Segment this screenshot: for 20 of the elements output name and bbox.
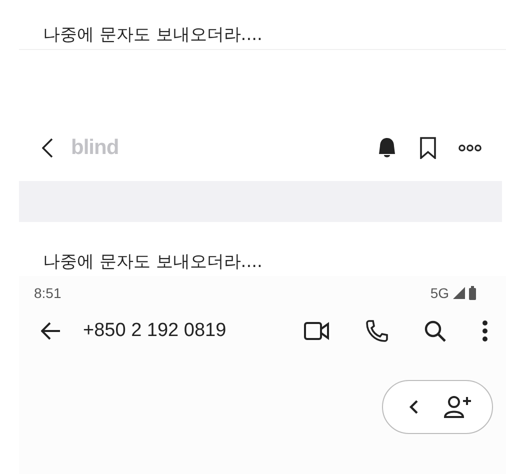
- status-time: 8:51: [34, 285, 62, 301]
- action-pill[interactable]: [382, 380, 493, 434]
- contact-number: +850 2 192 0819: [83, 320, 226, 342]
- back-arrow-icon[interactable]: [41, 322, 61, 340]
- search-icon[interactable]: [424, 320, 446, 342]
- more-icon[interactable]: [458, 144, 482, 152]
- bookmark-icon[interactable]: [420, 137, 436, 159]
- video-call-icon[interactable]: [304, 322, 330, 340]
- back-icon[interactable]: [42, 138, 53, 158]
- logo: blind: [71, 136, 119, 160]
- phone-icon[interactable]: [366, 320, 388, 342]
- caption-text: 나중에 문자도 보내오더라....: [43, 24, 262, 47]
- bell-icon[interactable]: [376, 136, 398, 160]
- add-contact-icon[interactable]: [444, 395, 472, 419]
- chevron-left-icon[interactable]: [409, 400, 418, 414]
- network-label: 5G: [430, 285, 449, 301]
- caption-text: 나중에 문자도 보내오더라....: [43, 251, 262, 274]
- battery-icon: [469, 286, 476, 300]
- signal-icon: [453, 287, 465, 299]
- more-vert-icon[interactable]: [482, 320, 488, 342]
